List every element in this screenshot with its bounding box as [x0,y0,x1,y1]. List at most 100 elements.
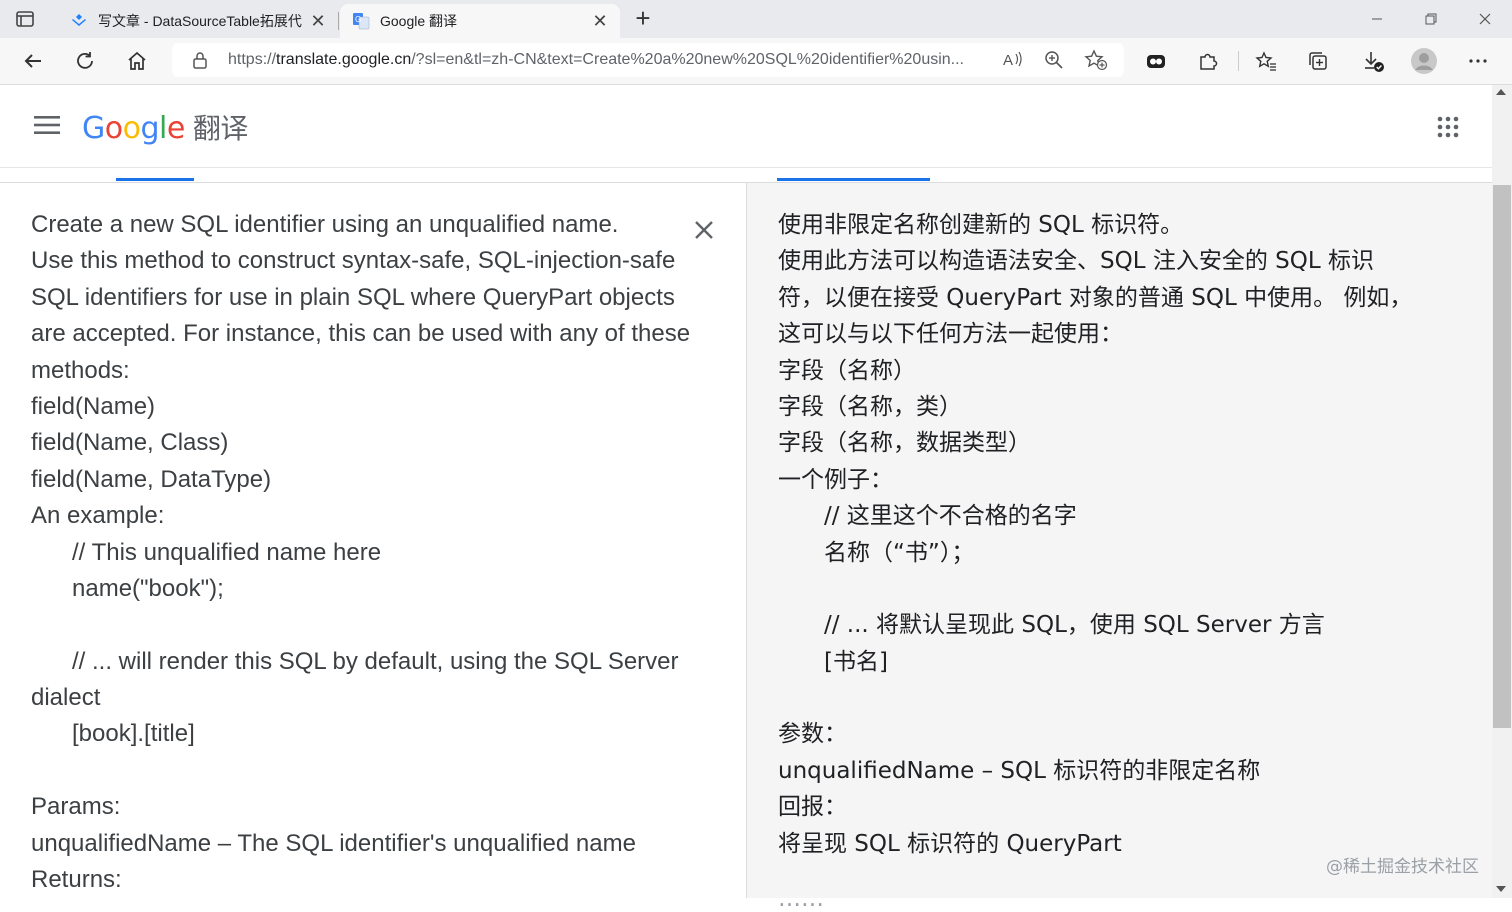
source-line: field(Name, Class) [31,429,229,457]
google-translate-logo[interactable]: Google 翻译 [82,107,248,147]
read-aloud-icon[interactable]: A [1002,50,1024,70]
translation-line: 字段（名称，数据类型） [778,430,1031,457]
tab-title: Google 翻译 [380,13,458,29]
translation-line: 使用此方法可以构造语法安全、SQL 注入安全的 SQL 标识 [778,248,1374,275]
close-window-icon[interactable] [1458,0,1512,38]
source-line: are accepted. For instance, this can be … [31,320,691,348]
url-prefix: https:// [228,51,277,68]
source-line: field(Name) [31,392,156,420]
translation-line: [书名] [824,648,888,675]
profile-avatar[interactable] [1409,47,1439,75]
add-favorite-icon[interactable] [1084,49,1108,71]
browser-tab-bar: 写文章 - DataSourceTable拓展代 ✕ G Google 翻译 ✕… [0,0,1512,38]
scroll-down-icon[interactable] [1496,886,1506,892]
url-path: /?sl=en&tl=zh-CN&text=Create%20a%20new%2… [411,51,964,68]
source-line: [book].[title] [72,720,195,748]
source-textarea[interactable]: Create a new SQL identifier using an unq… [31,207,690,898]
url-text[interactable]: https://translate.google.cn/?sl=en&tl=zh… [228,51,988,69]
translation-line: unqualifiedName – SQL 标识符的非限定名称 [778,757,1261,784]
logo-letter: g [140,111,160,146]
clear-source-icon[interactable] [690,216,718,244]
tab-separator [338,12,339,30]
source-text-pane[interactable]: Create a new SQL identifier using an unq… [0,183,745,898]
page-scrollbar[interactable] [1492,85,1512,898]
main-menu-icon[interactable] [34,115,60,135]
scrollbar-thumb[interactable] [1493,185,1511,728]
extensions-puzzle-icon[interactable] [1193,47,1223,75]
source-line [31,753,690,789]
juejin-favicon-icon [72,14,86,26]
source-line: Params: [31,793,121,821]
logo-letter: l [159,111,167,146]
source-line: Use this method to construct syntax-safe… [31,247,676,275]
translation-output: 使用非限定名称创建新的 SQL 标识符。使用此方法可以构造语法安全、SQL 注入… [778,207,1412,862]
logo-letter: G [82,111,105,146]
source-line: field(Name, DataType) [31,465,272,493]
url-host: translate.google.cn [276,51,412,68]
collections-icon[interactable] [1303,47,1333,75]
favorites-icon[interactable] [1251,47,1281,75]
restore-icon[interactable] [1404,0,1458,38]
language-tab-strip [0,168,1492,183]
translation-line: // 这里这个不合格的名字 [824,503,1077,530]
translation-line [778,680,1412,716]
svg-text:G: G [355,15,361,24]
toolbar-divider [1238,51,1239,71]
browser-tab-google-translate[interactable]: G Google 翻译 ✕ [340,4,620,38]
translation-line: 回报： [778,794,847,821]
translation-line: 一个例子： [778,466,893,493]
translation-line: 字段（名称，类） [778,393,962,420]
new-tab-button[interactable]: + [630,5,656,32]
translation-line: // ... 将默认呈现此 SQL，使用 SQL Server 方言 [824,612,1325,639]
browser-tab-article[interactable]: 写文章 - DataSourceTable拓展代 ✕ [58,4,338,38]
close-tab-icon[interactable]: ✕ [592,11,608,31]
home-icon[interactable] [122,47,152,75]
refresh-icon[interactable] [70,47,100,75]
lock-icon[interactable] [192,51,208,69]
source-line: Returns: [31,866,122,894]
translation-line: 使用非限定名称创建新的 SQL 标识符。 [778,212,1184,238]
svg-text:A: A [1003,52,1013,69]
source-line [31,607,690,643]
source-line: methods: [31,356,130,384]
source-line: dialect [31,684,101,712]
source-line: unqualifiedName – The SQL identifier's u… [31,829,636,857]
google-apps-icon[interactable] [1436,115,1460,139]
product-name: 翻译 [192,112,249,145]
source-line: SQL identifiers for use in plain SQL whe… [31,283,675,311]
translation-line: 字段（名称） [778,357,916,384]
logo-letter: o [104,111,123,146]
source-line: An example: [31,502,165,530]
google-translate-favicon-icon: G [353,13,370,30]
scroll-up-icon[interactable] [1496,89,1506,95]
downloads-icon[interactable] [1358,47,1388,75]
translation-line: 参数： [778,721,847,748]
browser-toolbar: https://translate.google.cn/?sl=en&tl=zh… [0,38,1512,85]
zoom-icon[interactable] [1044,50,1064,70]
translation-line [778,571,1412,607]
source-line: name("book"); [72,574,224,602]
translation-pane: 使用非限定名称创建新的 SQL 标识符。使用此方法可以构造语法安全、SQL 注入… [746,183,1493,898]
extension-icon[interactable] [1141,47,1171,75]
minimize-icon[interactable] [1350,0,1404,38]
translation-line: 将呈现 SQL 标识符的 QueryPart [778,830,1122,857]
more-options-icon[interactable] [1463,47,1493,75]
source-language-selected-indicator [116,178,194,181]
close-tab-icon[interactable]: ✕ [310,11,326,31]
address-bar[interactable]: https://translate.google.cn/?sl=en&tl=zh… [172,43,1124,77]
translate-header: Google 翻译 [0,85,1492,168]
partially-visible-text: …… [778,886,824,912]
translation-line: 名称（“书”）； [824,539,975,566]
translation-line: 符，以便在接受 QueryPart 对象的普通 SQL 中使用。 例如， [778,284,1413,311]
logo-letter: e [166,111,185,146]
source-line: Create a new SQL identifier using an unq… [31,211,619,238]
logo-letter: o [122,111,141,146]
watermark: @稀土掘金技术社区 [1326,857,1479,877]
back-icon[interactable] [18,47,48,75]
translation-line: 这可以与以下任何方法一起使用： [778,321,1123,348]
source-line: // ... will render this SQL by default, … [72,647,679,675]
target-language-selected-indicator [777,178,930,181]
source-line: // This unqualified name here [72,538,382,566]
tab-actions-icon[interactable] [14,8,36,30]
tab-title: 写文章 - DataSourceTable拓展代 [98,13,302,29]
